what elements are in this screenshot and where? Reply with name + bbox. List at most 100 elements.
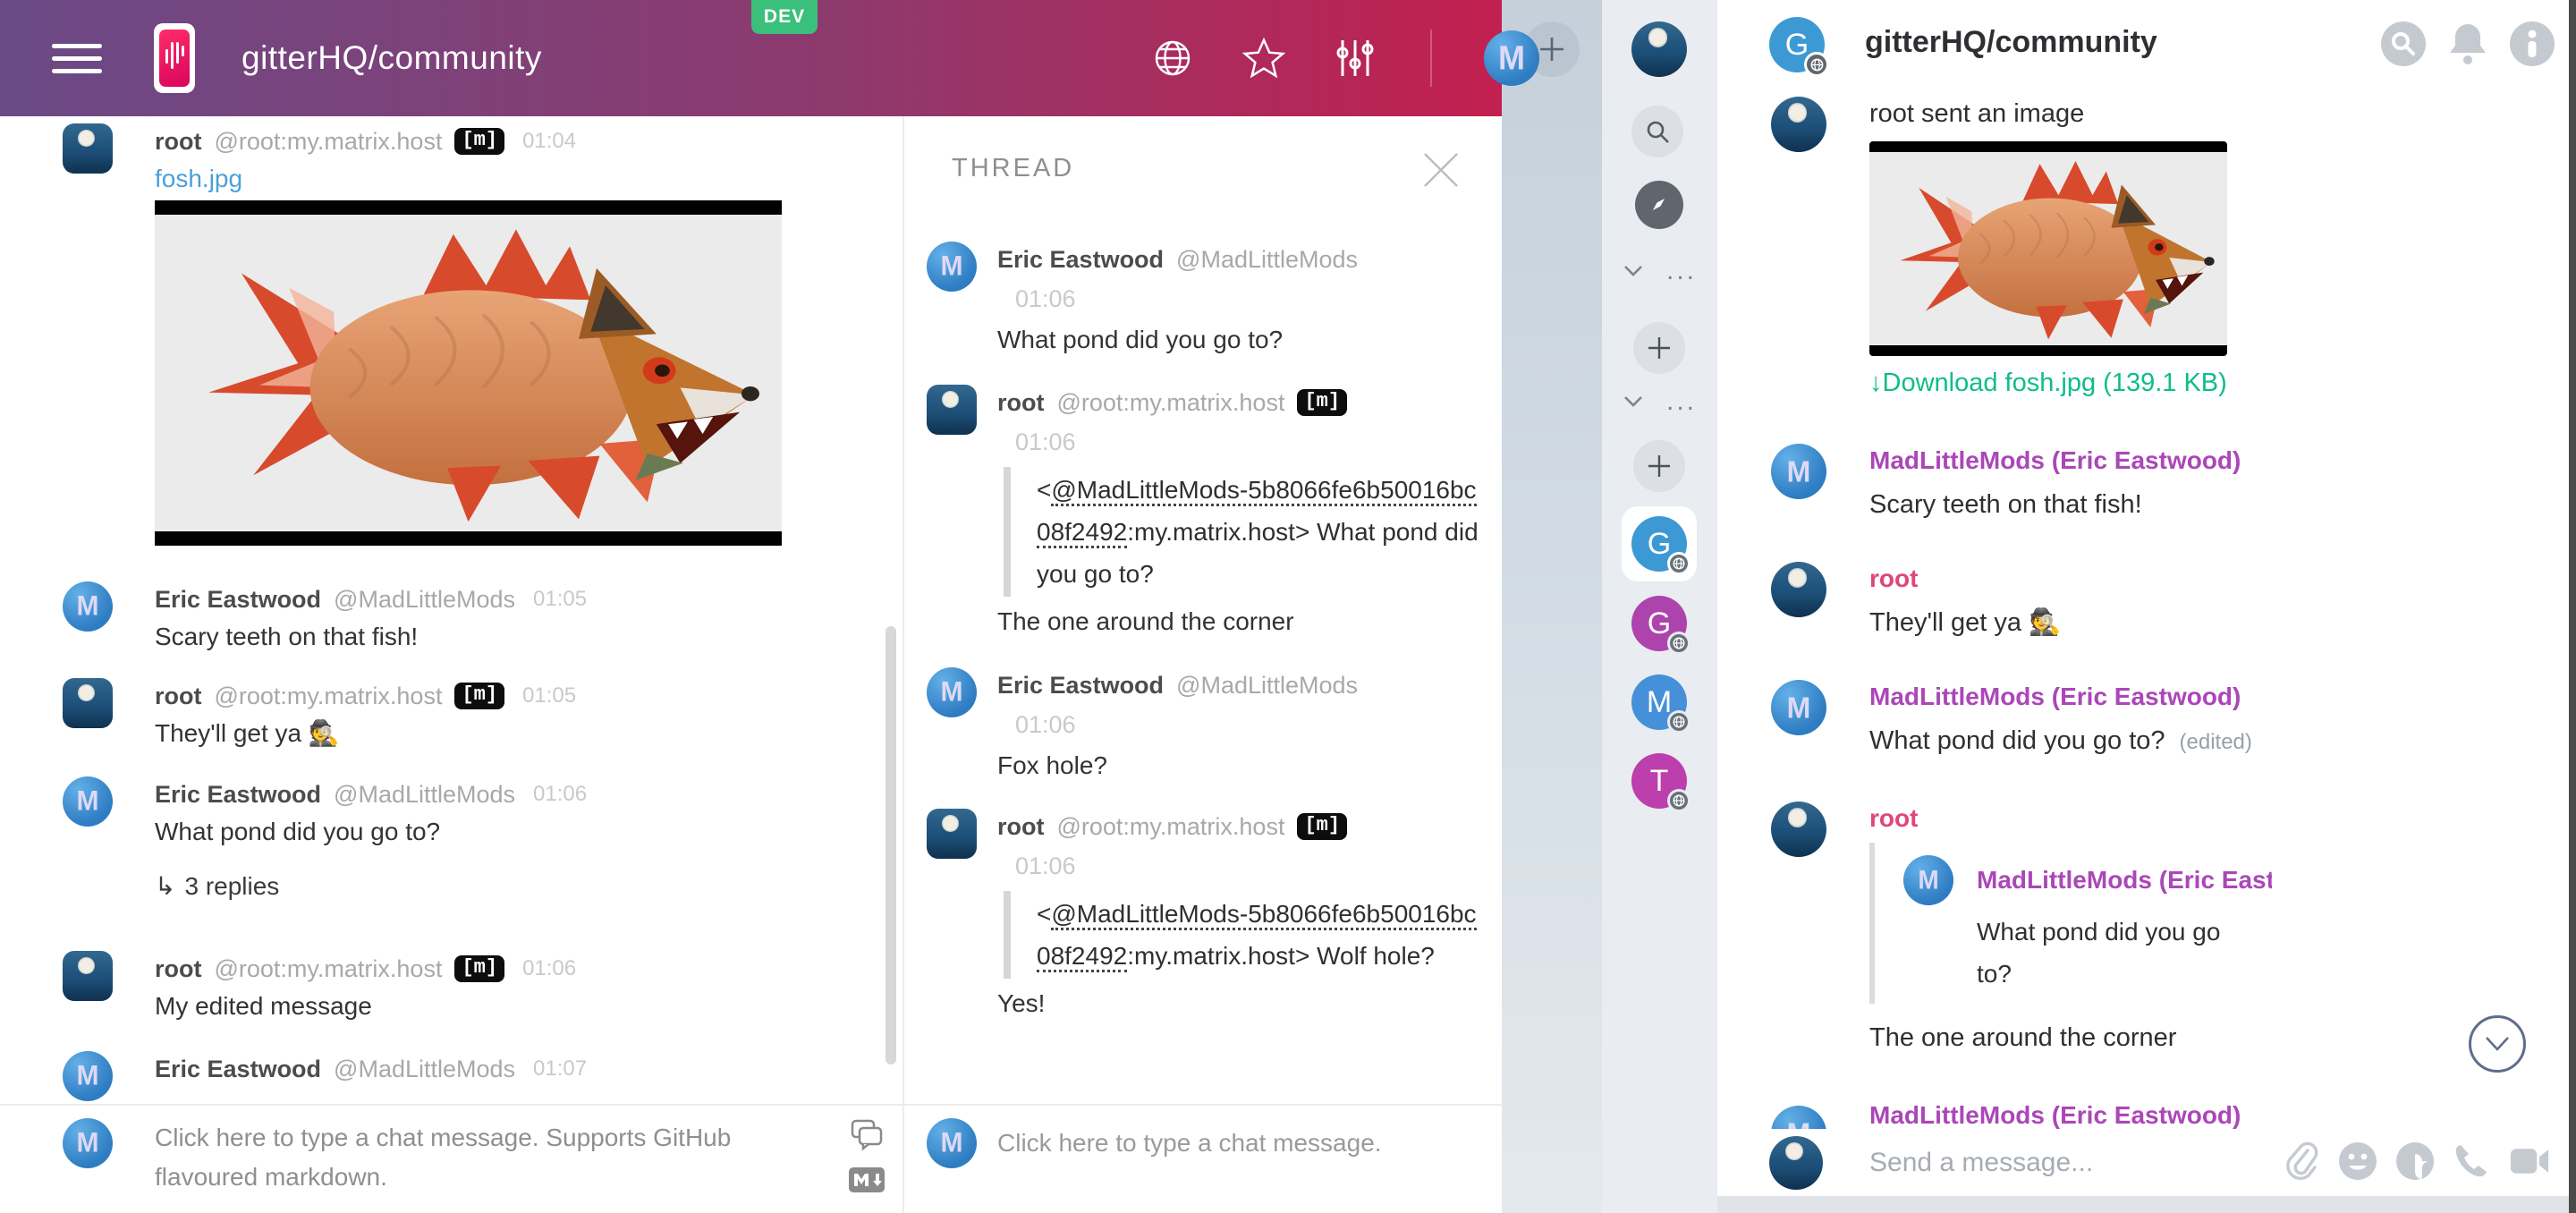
avatar-eric[interactable]: M <box>63 776 113 827</box>
message-text: Scary teeth on that fish! <box>155 617 587 657</box>
markdown-icon[interactable] <box>848 1161 886 1199</box>
close-icon[interactable] <box>1414 143 1468 197</box>
avatar-root[interactable] <box>927 809 977 859</box>
thread-replies-link[interactable]: ↳3 replies <box>155 871 587 901</box>
element-header: G gitterHQ/community <box>1717 0 2569 89</box>
fosh-image[interactable] <box>1869 141 2227 356</box>
user-avatar[interactable]: M <box>1484 30 1539 86</box>
avatar-self[interactable]: M <box>927 1118 977 1168</box>
fosh-image[interactable] <box>155 200 782 546</box>
message-text: They'll get ya 🕵️ <box>155 714 576 753</box>
room-item-selected[interactable]: G <box>1622 506 1697 581</box>
message-author[interactable]: Eric Eastwood <box>155 1056 321 1083</box>
star-icon[interactable] <box>1241 35 1287 81</box>
globe-icon[interactable] <box>1149 35 1196 81</box>
avatar-self[interactable] <box>1769 1136 1823 1190</box>
jump-to-bottom-button[interactable] <box>2469 1015 2526 1073</box>
chat-bubbles-icon[interactable] <box>848 1115 886 1152</box>
search-icon[interactable] <box>1631 106 1683 157</box>
message-author[interactable]: root <box>997 389 1044 417</box>
gitter-logo[interactable] <box>154 23 195 93</box>
video-icon[interactable] <box>2510 1141 2549 1181</box>
message-author[interactable]: root <box>155 128 201 156</box>
sender-name[interactable]: MadLittleMods (Eric Eastwood) <box>1869 444 2513 478</box>
avatar-eric[interactable]: M <box>1771 444 1826 499</box>
message-author[interactable]: Eric Eastwood <box>997 672 1164 700</box>
chat-scrollbar[interactable] <box>886 626 896 1065</box>
message-text: What pond did you go to?(edited) <box>1869 723 2513 760</box>
avatar-root[interactable] <box>927 385 977 435</box>
edited-marker[interactable]: (edited) <box>2180 730 2252 754</box>
quoted-message: <@MadLittleMods-5b8066fe6b50016bc08f2492… <box>1004 891 1487 979</box>
message-author[interactable]: Eric Eastwood <box>997 246 1164 274</box>
avatar-eric[interactable]: M <box>1771 680 1826 735</box>
avatar-root[interactable] <box>63 123 113 174</box>
avatar-eric[interactable]: M <box>927 242 977 292</box>
message-text: What pond did you go to? <box>155 812 587 852</box>
reply-quote-sender: MadLittleMods (Eric Eastwood) <box>1977 866 2272 895</box>
section-collapse-rooms[interactable]: ... <box>1623 265 1704 277</box>
bell-icon[interactable] <box>2444 20 2492 68</box>
sender-name[interactable]: MadLittleMods (Eric Eastwood) <box>1869 680 2513 714</box>
sticker-icon[interactable] <box>2395 1141 2435 1181</box>
search-icon[interactable] <box>2379 20 2428 68</box>
message-author[interactable]: root <box>997 813 1044 841</box>
compass-icon[interactable] <box>1635 181 1683 229</box>
room-item[interactable]: G <box>1631 596 1687 651</box>
message-time: 01:06 <box>997 420 1480 463</box>
paperclip-icon[interactable] <box>2281 1141 2320 1181</box>
bridge-badge-icon <box>1667 789 1690 812</box>
chat-message: M Eric Eastwood @MadLittleMods 01:06 Wha… <box>0 776 587 901</box>
avatar-root[interactable] <box>1771 562 1826 617</box>
section-collapse-people[interactable]: ... <box>1623 395 1704 408</box>
message-time: 01:06 <box>533 782 587 807</box>
file-link[interactable]: fosh.jpg <box>155 159 242 199</box>
info-icon[interactable] <box>2508 20 2556 68</box>
timeline-event: M MadLittleMods (Eric Eastwood) Scary te… <box>1717 444 2569 522</box>
message-time: 01:06 <box>997 277 1480 320</box>
thread-panel: THREAD M Eric Eastwood @MadLittleMods 01… <box>902 0 1502 1213</box>
avatar-root[interactable] <box>1771 802 1826 857</box>
avatar-eric[interactable]: M <box>63 581 113 632</box>
thread-input-bar: M Click here to type a chat message. <box>904 1104 1504 1213</box>
dev-badge: DEV <box>751 0 818 34</box>
message-author[interactable]: Eric Eastwood <box>155 586 321 614</box>
message-author[interactable]: root <box>155 955 201 983</box>
message-author[interactable]: Eric Eastwood <box>155 781 321 809</box>
sliders-icon[interactable] <box>1332 35 1378 81</box>
avatar-eric[interactable]: M <box>63 1051 113 1101</box>
chat-input[interactable]: Click here to type a chat message. Suppo… <box>155 1118 781 1213</box>
room-item[interactable]: M <box>1631 674 1687 730</box>
message-author[interactable]: root <box>155 683 201 710</box>
sender-name[interactable]: root <box>1869 802 2513 836</box>
avatar-root[interactable] <box>63 678 113 728</box>
composer-input[interactable]: Send a message... <box>1869 1148 2093 1178</box>
add-room-button[interactable] <box>1633 322 1685 374</box>
room-item[interactable]: T <box>1631 753 1687 809</box>
message-handle: @root:my.matrix.host <box>214 683 442 710</box>
avatar-eric[interactable]: M <box>927 667 977 717</box>
message-composer: Send a message... <box>1717 1129 2569 1196</box>
reply-quote[interactable]: M MadLittleMods (Eric Eastwood) What pon… <box>1869 843 2513 1004</box>
message-handle: @root:my.matrix.host <box>214 128 442 156</box>
message-text: My edited message <box>155 987 576 1026</box>
emoji-icon[interactable] <box>2338 1141 2377 1181</box>
add-person-button[interactable] <box>1633 440 1685 492</box>
image-notice: root sent an image <box>1869 97 2513 131</box>
download-link[interactable]: ↓Download fosh.jpg (139.1 KB) <box>1869 369 2513 398</box>
section-dots: ... <box>1666 267 1697 276</box>
room-avatar[interactable]: G <box>1769 17 1825 72</box>
matrix-badge: [m] <box>454 128 504 155</box>
room-title: gitterHQ/community <box>1865 25 2157 60</box>
user-avatar[interactable] <box>1631 21 1687 77</box>
avatar-root[interactable] <box>1771 97 1826 152</box>
phone-icon[interactable] <box>2453 1141 2492 1181</box>
avatar-self[interactable]: M <box>63 1118 113 1168</box>
sender-name[interactable]: MadLittleMods (Eric Eastwood) <box>1869 1098 2513 1132</box>
menu-icon[interactable] <box>52 36 102 81</box>
thread-input[interactable]: Click here to type a chat message. <box>997 1118 1382 1168</box>
message-handle: @root:my.matrix.host <box>1056 813 1284 841</box>
timeline-event: M MadLittleMods (Eric Eastwood) What pon… <box>1717 680 2569 760</box>
sender-name[interactable]: root <box>1869 562 2513 596</box>
avatar-root[interactable] <box>63 951 113 1001</box>
